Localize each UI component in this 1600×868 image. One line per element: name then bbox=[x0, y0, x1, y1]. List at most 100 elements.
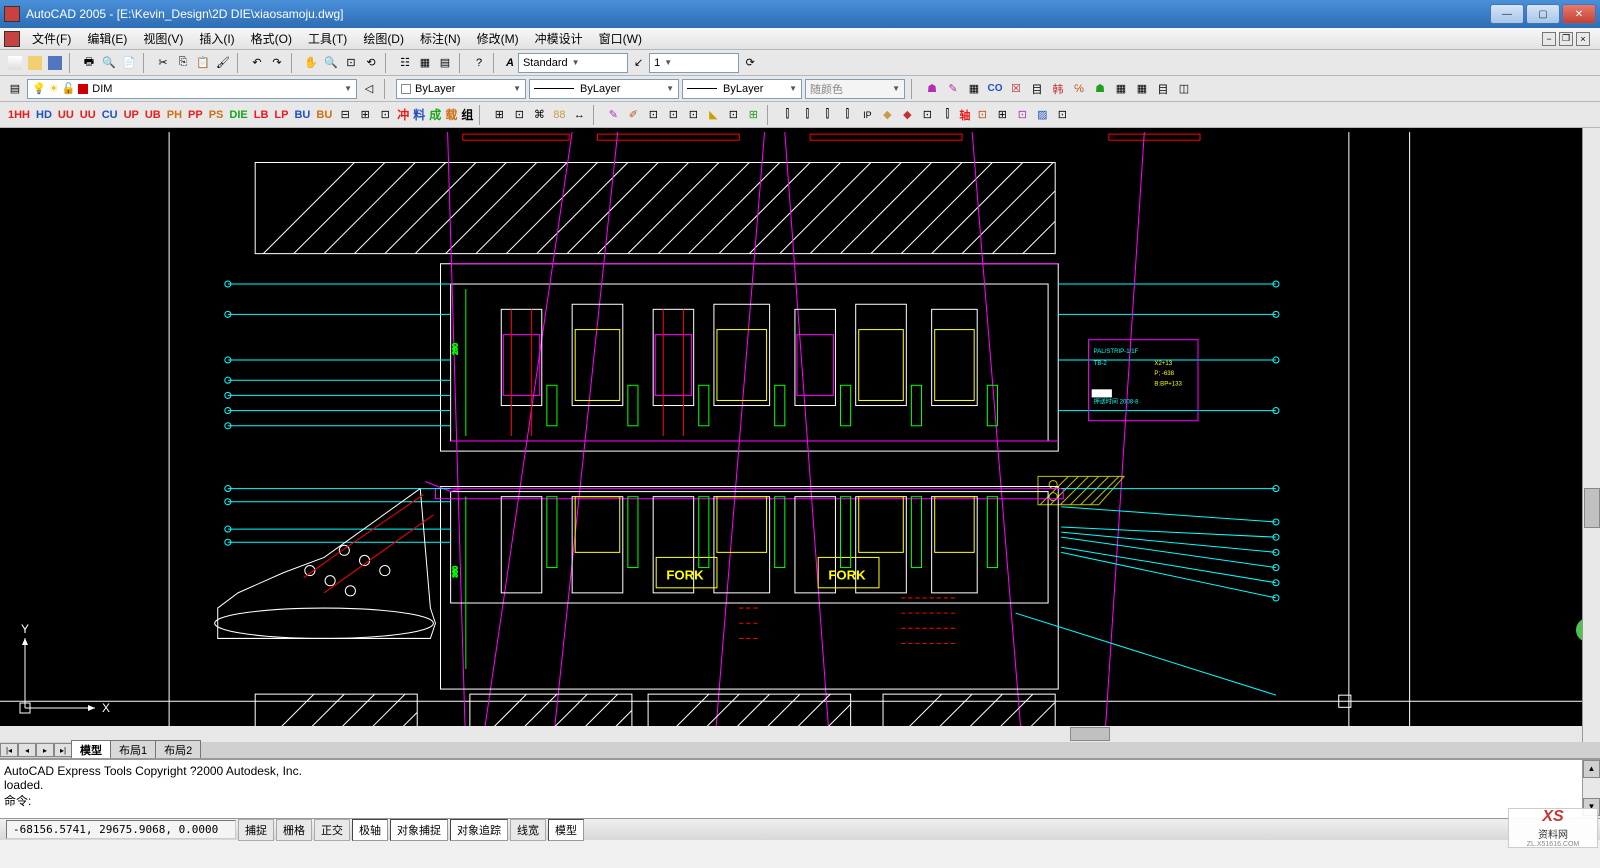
toggle-ortho[interactable]: 正交 bbox=[314, 819, 350, 841]
menu-window[interactable]: 窗口(W) bbox=[591, 28, 650, 49]
linetype-dropdown[interactable]: ByLayer ▼ bbox=[529, 79, 679, 99]
toggle-grid[interactable]: 栅格 bbox=[276, 819, 312, 841]
properties-icon[interactable]: ☷ bbox=[396, 54, 414, 72]
tool-r4-12[interactable]: ⊡ bbox=[1013, 106, 1031, 124]
btn-cheng[interactable]: 成 bbox=[428, 104, 442, 125]
ext-tool-8-icon[interactable]: ℅ bbox=[1070, 80, 1088, 98]
menu-edit[interactable]: 编辑(E) bbox=[79, 28, 135, 49]
ext-tool-12-icon[interactable]: 目 bbox=[1154, 80, 1172, 98]
btn-cu[interactable]: CU bbox=[100, 107, 120, 123]
tool-r4-7[interactable]: ◆ bbox=[898, 106, 916, 124]
text-style-dropdown[interactable]: Standard ▼ bbox=[518, 53, 628, 73]
ext-tool-1-icon[interactable]: ☗ bbox=[923, 80, 941, 98]
linecolor-dropdown[interactable]: ByLayer ▼ bbox=[396, 79, 526, 99]
tool-r3-l[interactable]: ⊡ bbox=[724, 106, 742, 124]
toggle-polar[interactable]: 极轴 bbox=[352, 819, 388, 841]
tool-r3-e[interactable]: ↔ bbox=[570, 106, 588, 124]
scrollbar-thumb[interactable] bbox=[1584, 488, 1600, 528]
btn-zhou[interactable]: 轴 bbox=[958, 105, 971, 125]
btn-up[interactable]: UP bbox=[122, 107, 141, 123]
help-icon[interactable]: ? bbox=[470, 54, 488, 72]
btn-zai[interactable]: 载 bbox=[444, 104, 458, 125]
btn-uu1[interactable]: UU bbox=[56, 107, 76, 123]
command-line[interactable]: AutoCAD Express Tools Copyright ?2000 Au… bbox=[0, 758, 1600, 818]
btn-lb[interactable]: LB bbox=[252, 107, 271, 123]
ext-tool-3-icon[interactable]: ▦ bbox=[965, 80, 983, 98]
match-icon[interactable]: 🖌 bbox=[214, 54, 232, 72]
ext-tool-13-icon[interactable]: ◫ bbox=[1175, 80, 1193, 98]
doc-restore-button[interactable]: ❐ bbox=[1559, 32, 1573, 46]
ext-tool-10-icon[interactable]: ▦ bbox=[1112, 80, 1130, 98]
minimize-button[interactable]: — bbox=[1490, 4, 1524, 24]
close-button[interactable]: ✕ bbox=[1562, 4, 1596, 24]
toggle-snap[interactable]: 捕捉 bbox=[238, 819, 274, 841]
preview-icon[interactable]: 🔍 bbox=[100, 54, 118, 72]
btn-hd[interactable]: HD bbox=[34, 107, 54, 123]
tab-last-button[interactable]: ▸| bbox=[54, 743, 72, 757]
tool-extra-2[interactable]: ⊞ bbox=[356, 106, 374, 124]
zoom-win-icon[interactable]: ⊡ bbox=[342, 54, 360, 72]
tool-r3-c[interactable]: ⌘ bbox=[530, 106, 548, 124]
layer-dropdown[interactable]: 💡 ☀ 🔓 DIM ▼ bbox=[27, 79, 357, 99]
ext-tool-6-icon[interactable]: 目 bbox=[1028, 80, 1046, 98]
dim-update-icon[interactable]: ⟳ bbox=[741, 54, 759, 72]
menu-chongmo[interactable]: 冲模设计 bbox=[527, 28, 591, 49]
tool-r3-b[interactable]: ⊡ bbox=[510, 106, 528, 124]
design-center-icon[interactable]: ▦ bbox=[416, 54, 434, 72]
publish-icon[interactable]: 📄 bbox=[120, 54, 138, 72]
dim-style-dropdown[interactable]: 1 ▼ bbox=[649, 53, 739, 73]
tool-r3-i[interactable]: ⊡ bbox=[664, 106, 682, 124]
menu-dimension[interactable]: 标注(N) bbox=[412, 28, 469, 49]
pan-icon[interactable]: ✋ bbox=[302, 54, 320, 72]
tool-r4-1[interactable]: ⫿ bbox=[778, 106, 796, 124]
zoom-rt-icon[interactable]: 🔍 bbox=[322, 54, 340, 72]
menu-modify[interactable]: 修改(M) bbox=[469, 28, 527, 49]
ext-tool-9-icon[interactable]: ☗ bbox=[1091, 80, 1109, 98]
tool-r4-13[interactable]: ▨ bbox=[1033, 106, 1051, 124]
print-icon[interactable]: 🖶 bbox=[80, 54, 98, 72]
tab-layout2[interactable]: 布局2 bbox=[155, 740, 201, 758]
tool-r4-8[interactable]: ⊡ bbox=[918, 106, 936, 124]
tool-r4-11[interactable]: ⊞ bbox=[993, 106, 1011, 124]
ext-tool-11-icon[interactable]: ▦ bbox=[1133, 80, 1151, 98]
tool-r4-9[interactable]: ⫿ bbox=[938, 106, 956, 124]
toggle-model[interactable]: 模型 bbox=[548, 819, 584, 841]
tool-r3-g[interactable]: ✐ bbox=[624, 106, 642, 124]
btn-zu[interactable]: 组 bbox=[460, 104, 474, 125]
lineweight-dropdown[interactable]: ByLayer ▼ bbox=[682, 79, 802, 99]
btn-lp[interactable]: LP bbox=[272, 107, 290, 123]
undo-icon[interactable]: ↶ bbox=[248, 54, 266, 72]
scrollbar-thumb[interactable] bbox=[1070, 727, 1110, 741]
paste-icon[interactable]: 📋 bbox=[194, 54, 212, 72]
zoom-prev-icon[interactable]: ⟲ bbox=[362, 54, 380, 72]
tab-next-button[interactable]: ▸ bbox=[36, 743, 54, 757]
tab-model[interactable]: 模型 bbox=[71, 740, 111, 758]
tool-extra-1[interactable]: ⊟ bbox=[336, 106, 354, 124]
redo-icon[interactable]: ↷ bbox=[268, 54, 286, 72]
scroll-up-icon[interactable]: ▲ bbox=[1583, 760, 1600, 778]
tool-palette-icon[interactable]: ▤ bbox=[436, 54, 454, 72]
tool-r4-2[interactable]: ⫿ bbox=[798, 106, 816, 124]
tool-r3-f[interactable]: ✎ bbox=[604, 106, 622, 124]
layer-manager-icon[interactable]: ▤ bbox=[6, 80, 24, 98]
tool-r4-6[interactable]: ◆ bbox=[878, 106, 896, 124]
doc-close-button[interactable]: × bbox=[1576, 32, 1590, 46]
btn-ps[interactable]: PS bbox=[207, 107, 226, 123]
tool-extra-3[interactable]: ⊡ bbox=[376, 106, 394, 124]
menu-insert[interactable]: 插入(I) bbox=[191, 28, 242, 49]
layer-prev-icon[interactable]: ◁ bbox=[360, 80, 378, 98]
tool-r3-k[interactable]: ◣ bbox=[704, 106, 722, 124]
open-icon[interactable] bbox=[26, 54, 44, 72]
btn-bu1[interactable]: BU bbox=[292, 107, 312, 123]
menu-file[interactable]: 文件(F) bbox=[24, 28, 79, 49]
new-icon[interactable] bbox=[6, 54, 24, 72]
tab-prev-button[interactable]: ◂ bbox=[18, 743, 36, 757]
btn-ub[interactable]: UB bbox=[143, 107, 163, 123]
tool-r4-3[interactable]: ⫿ bbox=[818, 106, 836, 124]
btn-pp[interactable]: PP bbox=[186, 107, 205, 123]
drawing-canvas[interactable]: 260 PAL/STRIP-1/1F TB-2 押送时间 2008-8 X2+1… bbox=[0, 128, 1600, 758]
maximize-button[interactable]: ▢ bbox=[1526, 4, 1560, 24]
tool-r4-14[interactable]: ⊡ bbox=[1053, 106, 1071, 124]
ext-tool-7-icon[interactable]: 韩 bbox=[1049, 80, 1067, 98]
btn-chong[interactable]: 冲 bbox=[396, 104, 410, 125]
